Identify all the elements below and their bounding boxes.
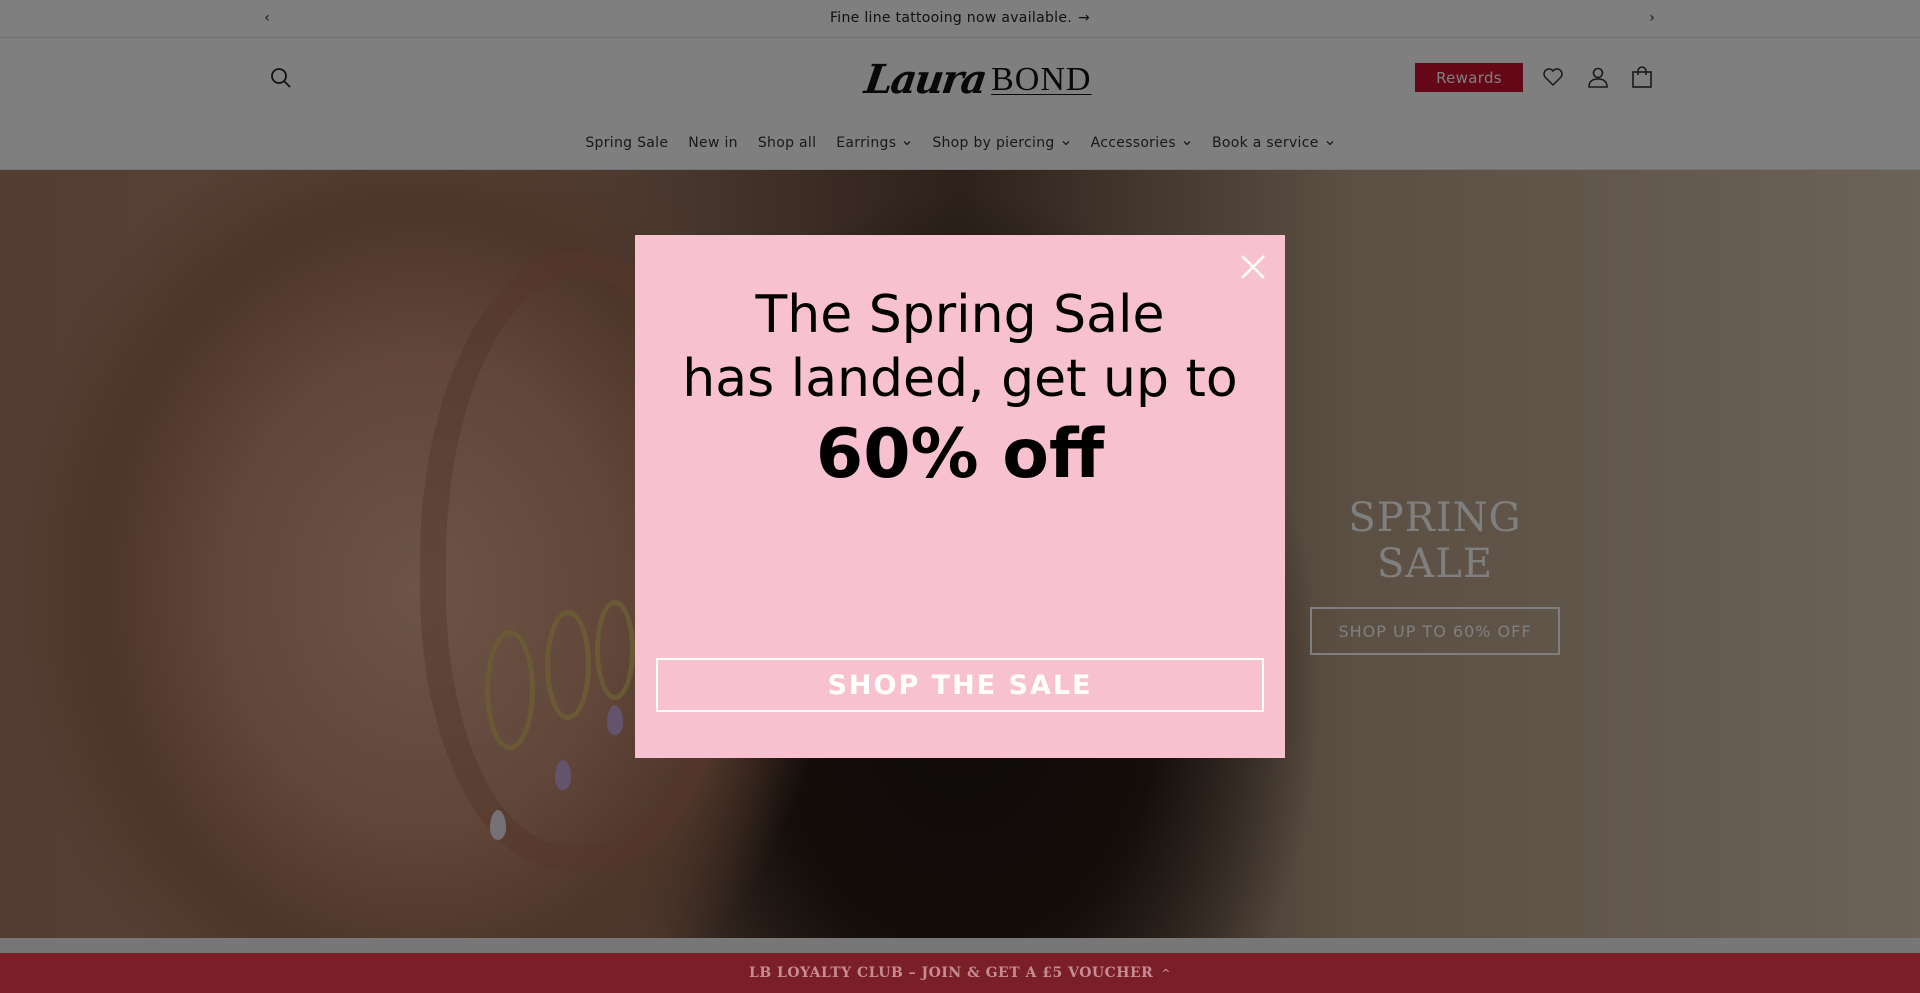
popup-discount: 60% off: [815, 415, 1105, 494]
loyalty-text: LB LOYALTY CLUB – JOIN & GET A £5 VOUCHE…: [748, 965, 1154, 981]
sale-popup: The Spring Sale has landed, get up to 60…: [635, 235, 1285, 758]
close-icon: [1241, 255, 1265, 279]
shop-the-sale-button[interactable]: SHOP THE SALE: [656, 658, 1264, 712]
chevron-up-icon: ^: [1161, 966, 1172, 980]
popup-headline-2: has landed, get up to: [682, 349, 1238, 409]
footer-divider: [0, 938, 1920, 953]
close-button[interactable]: [1237, 251, 1269, 283]
popup-headline-1: The Spring Sale: [755, 285, 1165, 345]
loyalty-club-bar[interactable]: LB LOYALTY CLUB – JOIN & GET A £5 VOUCHE…: [0, 953, 1920, 993]
